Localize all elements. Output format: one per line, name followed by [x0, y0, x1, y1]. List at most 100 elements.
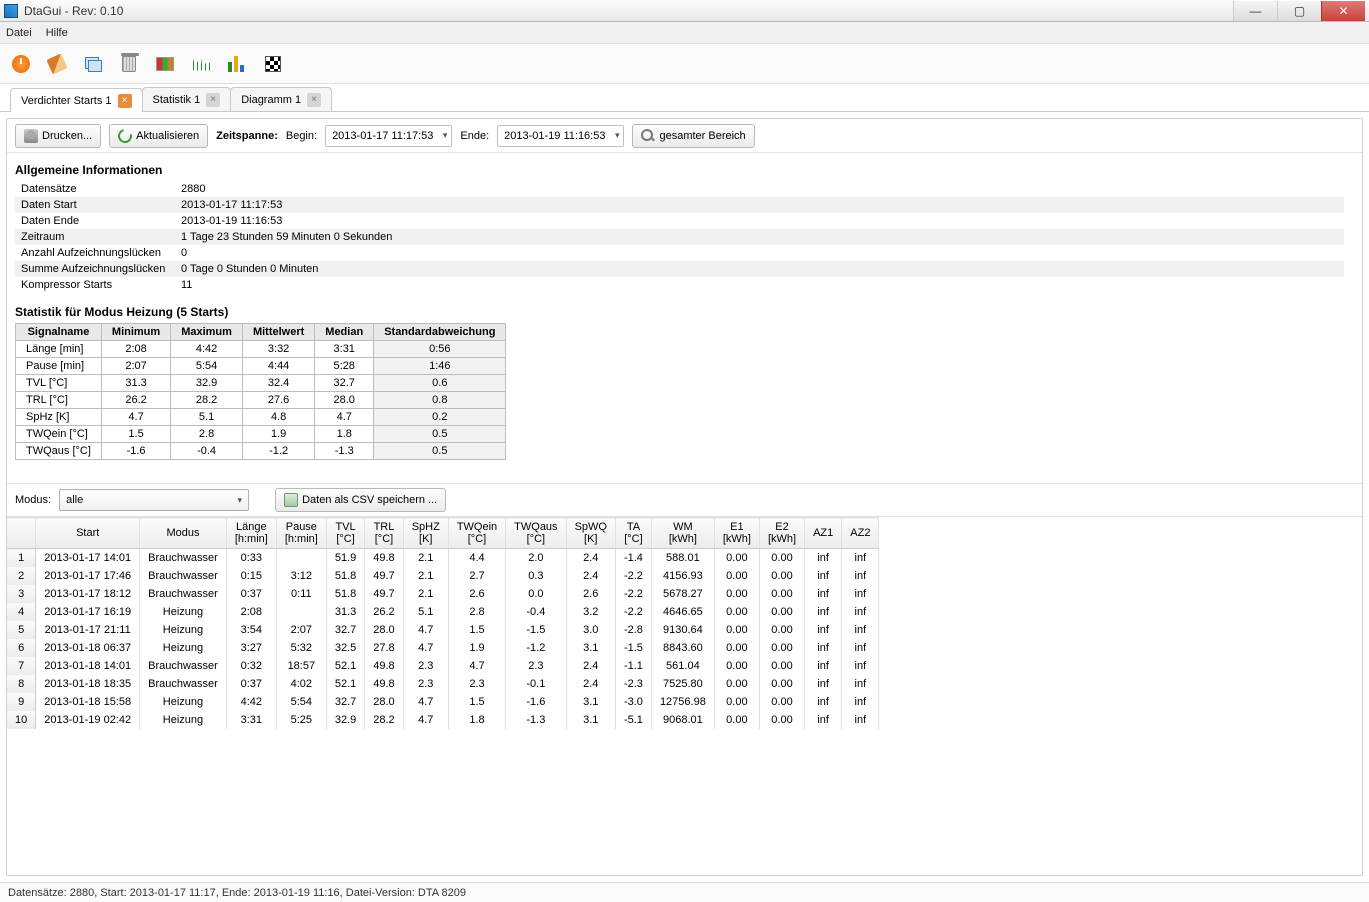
close-button[interactable]: ✕ — [1321, 1, 1365, 21]
data-cell: 1.9 — [448, 639, 505, 657]
print-button[interactable]: Drucken... — [15, 124, 101, 148]
stats-cell: 0.5 — [374, 443, 506, 460]
stats-col: Maximum — [171, 324, 243, 341]
trash-icon[interactable] — [116, 51, 142, 77]
data-col[interactable]: AZ1 — [805, 518, 842, 549]
full-range-button[interactable]: gesamter Bereich — [632, 124, 754, 148]
wave-icon[interactable] — [188, 51, 214, 77]
stats-cell: -1.3 — [315, 443, 374, 460]
data-cell: 0.0 — [506, 585, 566, 603]
data-cell: 0.00 — [759, 585, 804, 603]
close-icon[interactable]: × — [307, 93, 321, 107]
data-cell: 5:25 — [276, 711, 326, 729]
table-row[interactable]: 52013-01-17 21:11Heizung3:542:0732.728.0… — [7, 621, 879, 639]
data-col[interactable]: Länge[h:min] — [226, 518, 276, 549]
stats-cell: -0.4 — [171, 443, 243, 460]
data-col[interactable] — [7, 518, 36, 549]
data-cell: -2.2 — [615, 585, 651, 603]
table-row[interactable]: 12013-01-17 14:01Brauchwasser0:3351.949.… — [7, 549, 879, 568]
data-cell: 52.1 — [326, 675, 364, 693]
table-row[interactable]: 32013-01-17 18:12Brauchwasser0:370:1151.… — [7, 585, 879, 603]
data-col[interactable]: TRL[°C] — [365, 518, 403, 549]
data-col[interactable]: TA[°C] — [615, 518, 651, 549]
data-col[interactable]: Modus — [140, 518, 227, 549]
data-cell: 2013-01-18 06:37 — [36, 639, 140, 657]
data-col[interactable]: TWQein[°C] — [448, 518, 505, 549]
data-cell: 8 — [7, 675, 36, 693]
data-cell: 0:32 — [226, 657, 276, 675]
data-col[interactable]: WM[kWh] — [651, 518, 714, 549]
data-col[interactable]: SpWQ[K] — [566, 518, 615, 549]
tab-2[interactable]: Diagramm 1× — [230, 87, 332, 111]
info-key: Daten Ende — [15, 213, 175, 229]
tab-1[interactable]: Statistik 1 × — [142, 87, 232, 111]
data-cell: 32.9 — [326, 711, 364, 729]
data-col[interactable]: TWQaus[°C] — [506, 518, 566, 549]
data-cell: -2.3 — [615, 675, 651, 693]
info-value: 11 — [175, 277, 1344, 293]
close-icon[interactable]: × — [118, 94, 132, 108]
stats-cell: TWQaus [°C] — [16, 443, 102, 460]
tab-label: Statistik 1 — [153, 94, 201, 106]
csv-export-button[interactable]: Daten als CSV speichern ... — [275, 488, 446, 512]
data-col[interactable]: Start — [36, 518, 140, 549]
table-row[interactable]: 92013-01-18 15:58Heizung4:425:5432.728.0… — [7, 693, 879, 711]
data-cell: 3:12 — [276, 567, 326, 585]
data-cell: 3 — [7, 585, 36, 603]
edit-icon[interactable] — [44, 51, 70, 77]
data-cell: 0:37 — [226, 585, 276, 603]
mode-combo[interactable]: alle — [59, 489, 249, 511]
data-cell: inf — [842, 567, 879, 585]
tab-0[interactable]: Verdichter Starts 1× — [10, 88, 143, 112]
minimize-button[interactable]: — — [1233, 1, 1277, 21]
data-cell: 2013-01-17 21:11 — [36, 621, 140, 639]
table-row[interactable]: 62013-01-18 06:37Heizung3:275:3232.527.8… — [7, 639, 879, 657]
stats-cell: 32.7 — [315, 375, 374, 392]
data-cell: 51.8 — [326, 585, 364, 603]
menu-help[interactable]: Hilfe — [46, 27, 68, 39]
data-cell: 49.7 — [365, 585, 403, 603]
data-cell: 4.7 — [403, 711, 448, 729]
table-row[interactable]: 82013-01-18 18:35Brauchwasser0:374:0252.… — [7, 675, 879, 693]
data-col[interactable]: TVL[°C] — [326, 518, 364, 549]
stats-cell: 0.6 — [374, 375, 506, 392]
data-cell: inf — [805, 693, 842, 711]
data-cell: -0.4 — [506, 603, 566, 621]
stats-col: Median — [315, 324, 374, 341]
stats-cell: 1.9 — [242, 426, 314, 443]
stats-col: Standardabweichung — [374, 324, 506, 341]
data-cell: 588.01 — [651, 549, 714, 568]
table-row[interactable]: 102013-01-19 02:42Heizung3:315:2532.928.… — [7, 711, 879, 729]
maximize-button[interactable]: ▢ — [1277, 1, 1321, 21]
data-col[interactable]: AZ2 — [842, 518, 879, 549]
data-col[interactable]: Pause[h:min] — [276, 518, 326, 549]
data-cell: 2.0 — [506, 549, 566, 568]
data-col[interactable]: SpHZ[K] — [403, 518, 448, 549]
flag-icon[interactable] — [260, 51, 286, 77]
menubar: Datei Hilfe — [0, 22, 1369, 44]
data-cell: 4 — [7, 603, 36, 621]
table-row[interactable]: 72013-01-18 14:01Brauchwasser0:3218:5752… — [7, 657, 879, 675]
data-cell: 0.00 — [759, 621, 804, 639]
stats-table: SignalnameMinimumMaximumMittelwertMedian… — [15, 323, 506, 460]
chart-icon[interactable] — [224, 51, 250, 77]
power-icon[interactable] — [8, 51, 34, 77]
end-datetime-picker[interactable]: 2013-01-19 11:16:53 — [497, 125, 624, 147]
palette-icon[interactable] — [152, 51, 178, 77]
data-cell: 0.00 — [714, 639, 759, 657]
refresh-button[interactable]: Aktualisieren — [109, 124, 208, 148]
data-table-wrap[interactable]: StartModusLänge[h:min]Pause[h:min]TVL[°C… — [7, 517, 1362, 875]
windows-icon[interactable] — [80, 51, 106, 77]
table-row[interactable]: 22013-01-17 17:46Brauchwasser0:153:1251.… — [7, 567, 879, 585]
data-cell: 3.1 — [566, 693, 615, 711]
menu-file[interactable]: Datei — [6, 27, 32, 39]
data-col[interactable]: E2[kWh] — [759, 518, 804, 549]
begin-value: 2013-01-17 11:17:53 — [332, 130, 433, 142]
data-col[interactable]: E1[kWh] — [714, 518, 759, 549]
table-row[interactable]: 42013-01-17 16:19Heizung2:0831.326.25.12… — [7, 603, 879, 621]
data-cell: inf — [805, 585, 842, 603]
stats-cell: Pause [min] — [16, 358, 102, 375]
data-cell: 4.7 — [448, 657, 505, 675]
begin-datetime-picker[interactable]: 2013-01-17 11:17:53 — [325, 125, 452, 147]
close-icon[interactable]: × — [206, 93, 220, 107]
